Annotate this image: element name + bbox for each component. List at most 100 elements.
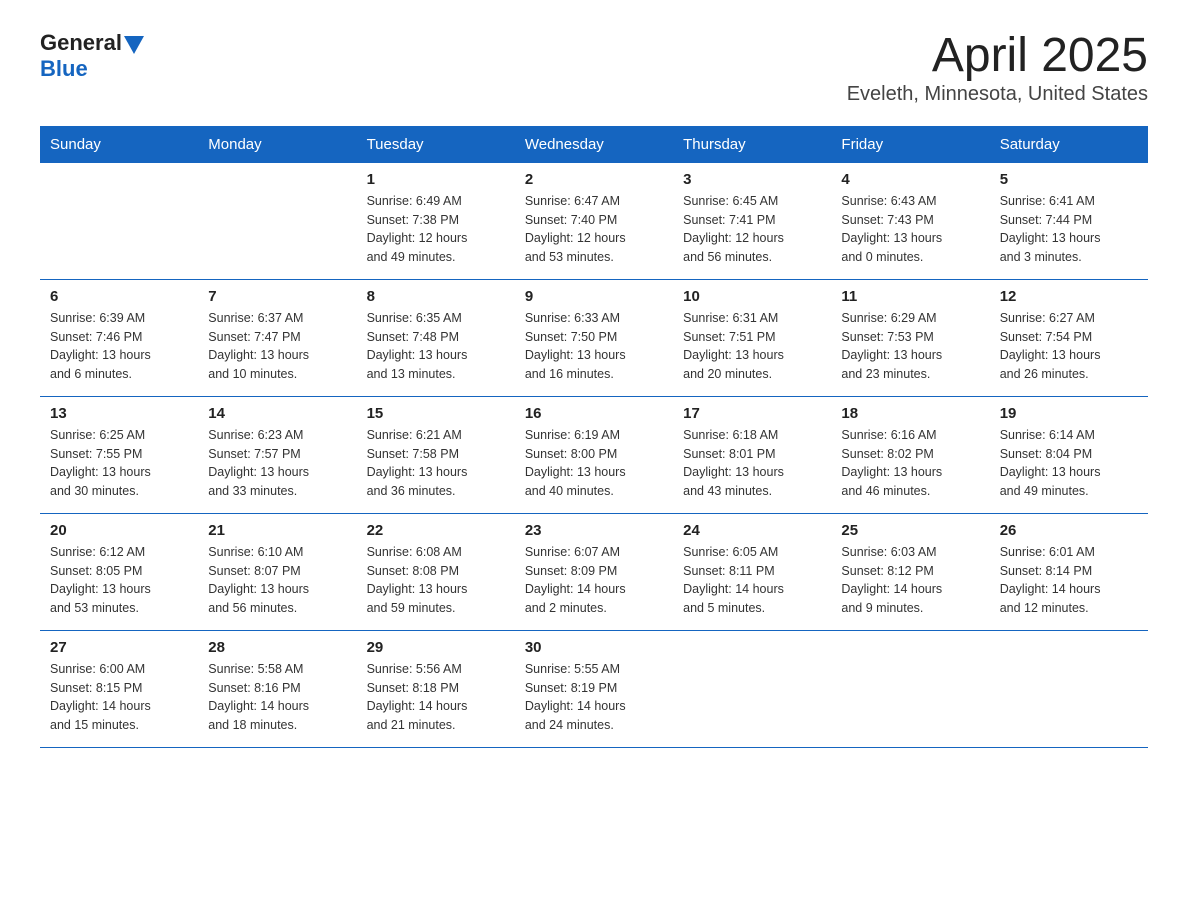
day-number: 8	[367, 288, 505, 305]
day-info: Sunrise: 6:19 AM Sunset: 8:00 PM Dayligh…	[525, 426, 663, 501]
day-number: 20	[50, 522, 188, 539]
day-info: Sunrise: 6:18 AM Sunset: 8:01 PM Dayligh…	[683, 426, 821, 501]
day-info: Sunrise: 6:21 AM Sunset: 7:58 PM Dayligh…	[367, 426, 505, 501]
day-info: Sunrise: 6:35 AM Sunset: 7:48 PM Dayligh…	[367, 309, 505, 384]
day-number: 7	[208, 288, 346, 305]
page-subtitle: Eveleth, Minnesota, United States	[847, 83, 1148, 106]
calendar-cell: 5 Sunrise: 6:41 AM Sunset: 7:44 PM Daylig…	[990, 163, 1148, 280]
calendar-cell: 4 Sunrise: 6:43 AM Sunset: 7:43 PM Daylig…	[831, 163, 989, 280]
week-row-1: 1 Sunrise: 6:49 AM Sunset: 7:38 PM Daylig…	[40, 163, 1148, 280]
calendar-cell: 19 Sunrise: 6:14 AM Sunset: 8:04 PM Dayli…	[990, 396, 1148, 513]
calendar-cell: 28 Sunrise: 5:58 AM Sunset: 8:16 PM Dayli…	[198, 630, 356, 747]
day-number: 10	[683, 288, 821, 305]
day-info: Sunrise: 6:29 AM Sunset: 7:53 PM Dayligh…	[841, 309, 979, 384]
day-info: Sunrise: 6:25 AM Sunset: 7:55 PM Dayligh…	[50, 426, 188, 501]
calendar-cell: 21Sunrise: 6:10 AM Sunset: 8:07 PM Dayli…	[198, 513, 356, 630]
day-info: Sunrise: 6:14 AM Sunset: 8:04 PM Dayligh…	[1000, 426, 1138, 501]
calendar-cell: 29 Sunrise: 5:56 AM Sunset: 8:18 PM Dayli…	[357, 630, 515, 747]
logo: General Blue	[40, 30, 144, 82]
day-number: 29	[367, 639, 505, 656]
day-info: Sunrise: 6:27 AM Sunset: 7:54 PM Dayligh…	[1000, 309, 1138, 384]
calendar-cell: 30 Sunrise: 5:55 AM Sunset: 8:19 PM Dayli…	[515, 630, 673, 747]
day-info: Sunrise: 6:01 AM Sunset: 8:14 PM Dayligh…	[1000, 543, 1138, 618]
day-number: 11	[841, 288, 979, 305]
calendar-cell: 12 Sunrise: 6:27 AM Sunset: 7:54 PM Dayli…	[990, 279, 1148, 396]
day-number: 24	[683, 522, 821, 539]
day-number: 5	[1000, 171, 1138, 188]
calendar-cell: 17 Sunrise: 6:18 AM Sunset: 8:01 PM Dayli…	[673, 396, 831, 513]
week-row-4: 20 Sunrise: 6:12 AM Sunset: 8:05 PM Dayli…	[40, 513, 1148, 630]
day-info: Sunrise: 6:37 AM Sunset: 7:47 PM Dayligh…	[208, 309, 346, 384]
day-number: 3	[683, 171, 821, 188]
calendar-cell: 9 Sunrise: 6:33 AM Sunset: 7:50 PM Daylig…	[515, 279, 673, 396]
col-header-saturday: Saturday	[990, 126, 1148, 163]
day-info: Sunrise: 6:07 AM Sunset: 8:09 PM Dayligh…	[525, 543, 663, 618]
day-info: Sunrise: 5:55 AM Sunset: 8:19 PM Dayligh…	[525, 660, 663, 735]
day-info: Sunrise: 6:12 AM Sunset: 8:05 PM Dayligh…	[50, 543, 188, 618]
day-number: 27	[50, 639, 188, 656]
col-header-tuesday: Tuesday	[357, 126, 515, 163]
day-number: 13	[50, 405, 188, 422]
col-header-monday: Monday	[198, 126, 356, 163]
calendar-cell: 10 Sunrise: 6:31 AM Sunset: 7:51 PM Dayli…	[673, 279, 831, 396]
calendar-cell: 20 Sunrise: 6:12 AM Sunset: 8:05 PM Dayli…	[40, 513, 198, 630]
day-number: 17	[683, 405, 821, 422]
day-info: Sunrise: 6:31 AM Sunset: 7:51 PM Dayligh…	[683, 309, 821, 384]
day-number: 2	[525, 171, 663, 188]
calendar-cell: 6 Sunrise: 6:39 AM Sunset: 7:46 PM Daylig…	[40, 279, 198, 396]
calendar-cell: 13 Sunrise: 6:25 AM Sunset: 7:55 PM Dayli…	[40, 396, 198, 513]
day-number: 21	[208, 522, 346, 539]
day-info: Sunrise: 6:08 AM Sunset: 8:08 PM Dayligh…	[367, 543, 505, 618]
day-info: Sunrise: 5:56 AM Sunset: 8:18 PM Dayligh…	[367, 660, 505, 735]
day-number: 4	[841, 171, 979, 188]
day-info: Sunrise: 6:41 AM Sunset: 7:44 PM Dayligh…	[1000, 192, 1138, 267]
day-info: Sunrise: 5:58 AM Sunset: 8:16 PM Dayligh…	[208, 660, 346, 735]
day-number: 14	[208, 405, 346, 422]
day-info: Sunrise: 6:47 AM Sunset: 7:40 PM Dayligh…	[525, 192, 663, 267]
day-number: 1	[367, 171, 505, 188]
calendar-cell: 23 Sunrise: 6:07 AM Sunset: 8:09 PM Dayli…	[515, 513, 673, 630]
day-info: Sunrise: 6:43 AM Sunset: 7:43 PM Dayligh…	[841, 192, 979, 267]
calendar-cell: 18Sunrise: 6:16 AM Sunset: 8:02 PM Dayli…	[831, 396, 989, 513]
day-info: Sunrise: 6:16 AM Sunset: 8:02 PM Dayligh…	[841, 426, 979, 501]
day-info: Sunrise: 6:45 AM Sunset: 7:41 PM Dayligh…	[683, 192, 821, 267]
calendar-cell	[831, 630, 989, 747]
calendar-header-row: SundayMondayTuesdayWednesdayThursdayFrid…	[40, 126, 1148, 163]
day-number: 23	[525, 522, 663, 539]
page-header: General Blue April 2025 Eveleth, Minneso…	[40, 30, 1148, 106]
calendar-cell: 7 Sunrise: 6:37 AM Sunset: 7:47 PM Daylig…	[198, 279, 356, 396]
day-number: 25	[841, 522, 979, 539]
day-number: 30	[525, 639, 663, 656]
day-info: Sunrise: 6:49 AM Sunset: 7:38 PM Dayligh…	[367, 192, 505, 267]
calendar-cell	[673, 630, 831, 747]
calendar-cell	[198, 163, 356, 280]
day-info: Sunrise: 6:39 AM Sunset: 7:46 PM Dayligh…	[50, 309, 188, 384]
week-row-2: 6 Sunrise: 6:39 AM Sunset: 7:46 PM Daylig…	[40, 279, 1148, 396]
day-info: Sunrise: 6:00 AM Sunset: 8:15 PM Dayligh…	[50, 660, 188, 735]
calendar-table: SundayMondayTuesdayWednesdayThursdayFrid…	[40, 126, 1148, 748]
day-number: 9	[525, 288, 663, 305]
calendar-cell: 11 Sunrise: 6:29 AM Sunset: 7:53 PM Dayli…	[831, 279, 989, 396]
page-title: April 2025	[847, 30, 1148, 83]
day-number: 12	[1000, 288, 1138, 305]
day-info: Sunrise: 6:23 AM Sunset: 7:57 PM Dayligh…	[208, 426, 346, 501]
logo-blue-text: Blue	[40, 56, 88, 82]
calendar-cell: 22Sunrise: 6:08 AM Sunset: 8:08 PM Dayli…	[357, 513, 515, 630]
logo-triangle-icon	[124, 36, 144, 54]
calendar-cell	[40, 163, 198, 280]
calendar-cell: 27 Sunrise: 6:00 AM Sunset: 8:15 PM Dayli…	[40, 630, 198, 747]
day-number: 15	[367, 405, 505, 422]
day-number: 16	[525, 405, 663, 422]
calendar-cell: 14 Sunrise: 6:23 AM Sunset: 7:57 PM Dayli…	[198, 396, 356, 513]
title-block: April 2025 Eveleth, Minnesota, United St…	[847, 30, 1148, 106]
day-number: 28	[208, 639, 346, 656]
day-number: 19	[1000, 405, 1138, 422]
day-number: 6	[50, 288, 188, 305]
day-info: Sunrise: 6:03 AM Sunset: 8:12 PM Dayligh…	[841, 543, 979, 618]
calendar-cell: 15 Sunrise: 6:21 AM Sunset: 7:58 PM Dayli…	[357, 396, 515, 513]
day-number: 26	[1000, 522, 1138, 539]
col-header-sunday: Sunday	[40, 126, 198, 163]
day-info: Sunrise: 6:33 AM Sunset: 7:50 PM Dayligh…	[525, 309, 663, 384]
calendar-cell: 16 Sunrise: 6:19 AM Sunset: 8:00 PM Dayli…	[515, 396, 673, 513]
calendar-cell: 3 Sunrise: 6:45 AM Sunset: 7:41 PM Daylig…	[673, 163, 831, 280]
